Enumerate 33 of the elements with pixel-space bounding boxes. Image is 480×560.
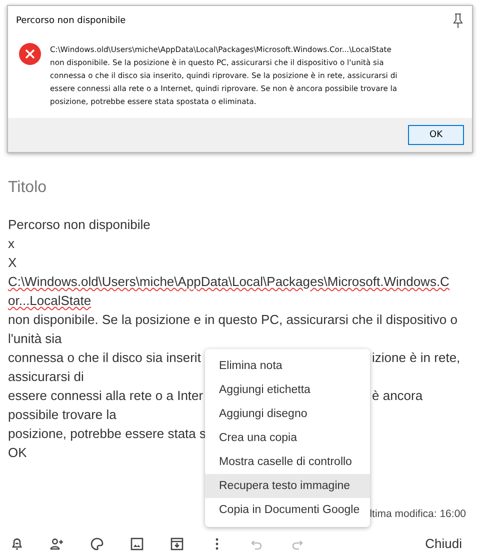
note-text-line: X — [8, 254, 17, 272]
menu-item[interactable]: Aggiungi etichetta — [205, 378, 370, 402]
note-text-line: Percorso non disponibile — [8, 216, 150, 234]
note-text-line: non disponibile. Se la posizione e in questo PC, assicurarsi che il dispositivo o — [8, 311, 458, 329]
title-field[interactable]: Titolo — [8, 177, 47, 199]
note-text-line: C:\Windows.old\Users\miche\AppData\Local\Packages\Microsoft.Windows.C — [8, 273, 450, 291]
note-text-line: l'unità sia — [8, 330, 62, 348]
last-edited-text: ltima modifica: 16:00 — [370, 508, 466, 520]
menu-item[interactable]: Mostra caselle di controllo — [205, 450, 370, 474]
menu-item[interactable]: Crea una copia — [205, 426, 370, 450]
error-icon — [19, 43, 41, 65]
pin-icon[interactable] — [452, 13, 464, 29]
palette-icon[interactable] — [90, 536, 104, 550]
menu-item[interactable]: Recupera testo immagine — [205, 474, 370, 498]
menu-item[interactable]: Aggiungi disegno — [205, 402, 370, 426]
note-text-line: assicurarsi di — [8, 368, 84, 386]
note-text-line: or...LocalState — [8, 292, 92, 310]
add-person-icon[interactable] — [50, 536, 64, 550]
note-text-line: essere connessi alla rete o a Inter — [8, 387, 204, 405]
bell-icon[interactable] — [10, 536, 24, 550]
ok-button[interactable]: OK — [408, 125, 464, 145]
image-icon[interactable] — [130, 536, 144, 550]
note-text-line: izione è in rete, — [372, 349, 460, 367]
note-text-line: è ancora — [372, 387, 423, 405]
menu-item[interactable]: Elimina nota — [205, 354, 370, 378]
note-text-line: x — [8, 235, 14, 253]
note-text-line: connessa o che il disco sia inserit — [8, 349, 201, 367]
note-text-line: OK — [8, 444, 27, 462]
close-button[interactable]: Chiudi — [415, 532, 472, 555]
archive-icon[interactable] — [170, 536, 184, 550]
menu-item[interactable]: Copia in Documenti Google — [205, 498, 370, 522]
note-text-line: possibile trovare la — [8, 406, 116, 424]
dialog-title: Percorso non disponibile — [16, 16, 126, 26]
